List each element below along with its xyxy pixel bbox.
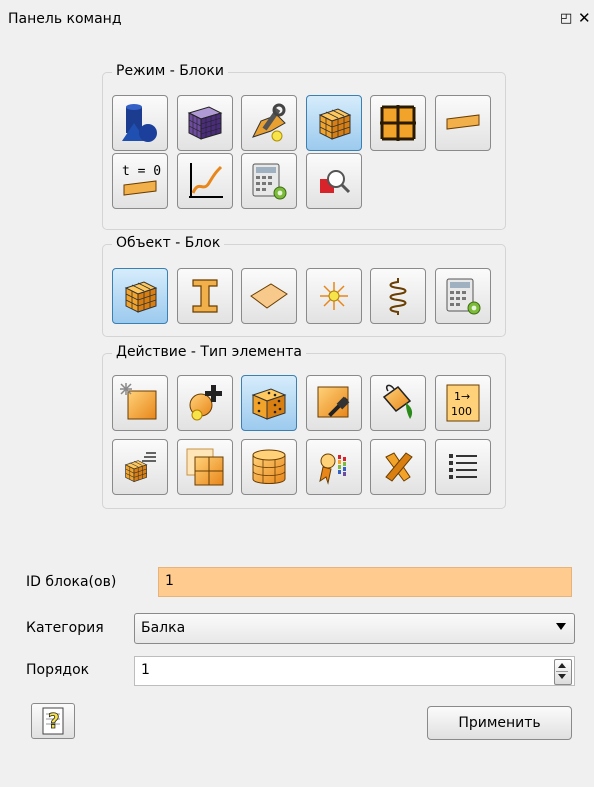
curve-graph-button[interactable]: [177, 153, 233, 209]
shell-surface-icon: [250, 283, 288, 309]
search-button[interactable]: [306, 153, 362, 209]
element-type-cube-icon: [251, 388, 287, 420]
apply-button[interactable]: Применить: [427, 706, 572, 740]
id-label: ID блока(ов): [26, 574, 117, 590]
initial-conditions-icon: t = 0: [122, 164, 161, 196]
object-beam-button[interactable]: [177, 268, 233, 324]
split-block-button[interactable]: [177, 439, 233, 495]
delete-button[interactable]: [370, 439, 426, 495]
float-window-icon[interactable]: ◰: [560, 11, 572, 26]
curve-graph-icon: [189, 163, 223, 198]
beam-section-button[interactable]: [435, 95, 491, 151]
node-star-icon: [320, 282, 348, 310]
renumber-button[interactable]: 1→ 100: [435, 375, 491, 431]
order-label: Порядок: [26, 662, 90, 678]
renumber-label-top: 1→: [454, 390, 470, 403]
add-node-icon: [189, 385, 222, 421]
list-blocks-icon: [125, 452, 156, 482]
category-label: Категория: [26, 620, 104, 636]
close-icon[interactable]: ✕: [578, 9, 591, 27]
calculator-settings-icon: [446, 278, 481, 315]
order-spinbox[interactable]: 1: [134, 656, 575, 686]
block-id-input[interactable]: 1: [158, 567, 572, 597]
geometry-button[interactable]: [112, 95, 168, 151]
chevron-down-icon: [556, 623, 566, 630]
paint-bucket-button[interactable]: [370, 375, 426, 431]
mesh-button[interactable]: [177, 95, 233, 151]
delete-x-icon: [385, 452, 413, 482]
paint-bucket-icon: [382, 384, 413, 419]
cylinder-icon: [252, 449, 286, 484]
blocks-mode-button[interactable]: [306, 95, 362, 151]
block-cube-icon: [125, 281, 157, 313]
initial-conditions-label: t = 0: [122, 164, 161, 179]
mode-group-title: Режим - Блоки: [112, 62, 228, 80]
split-block-icon: [186, 448, 224, 486]
list-view-icon: [449, 454, 477, 479]
calculator-button[interactable]: [241, 153, 297, 209]
list-blocks-button[interactable]: [112, 439, 168, 495]
tools-button[interactable]: [241, 95, 297, 151]
beam-section-icon: [446, 114, 480, 130]
i-beam-icon: [192, 279, 218, 313]
object-calculator-button[interactable]: [435, 268, 491, 324]
list-view-button[interactable]: [435, 439, 491, 495]
initial-conditions-button[interactable]: t = 0: [112, 153, 168, 209]
hammer-block-button[interactable]: [306, 375, 362, 431]
wrench-tools-icon: [252, 103, 286, 142]
object-block-button[interactable]: [112, 268, 168, 324]
category-value: Балка: [141, 620, 186, 636]
create-block-icon: [120, 383, 157, 420]
mesh-cube-icon: [187, 106, 223, 140]
object-spring-button[interactable]: [370, 268, 426, 324]
spring-icon: [389, 278, 407, 315]
grid-frame-icon: [380, 105, 416, 141]
panel-title-bar: Панель команд ◰ ✕: [0, 0, 594, 42]
quality-button[interactable]: [306, 439, 362, 495]
calculator-settings-icon: [252, 163, 287, 200]
action-group-title: Действие - Тип элемента: [112, 343, 306, 361]
quality-ribbon-icon: [319, 453, 346, 485]
object-shell-button[interactable]: [241, 268, 297, 324]
renumber-label-bottom: 100: [451, 405, 472, 418]
svg-text:?: ?: [48, 709, 60, 733]
create-block-button[interactable]: [112, 375, 168, 431]
help-button[interactable]: ?: [31, 703, 75, 739]
object-node-button[interactable]: [306, 268, 362, 324]
spin-up-icon[interactable]: [558, 663, 566, 668]
geometry-shapes-icon: [122, 104, 157, 142]
element-type-button[interactable]: [241, 375, 297, 431]
hammer-block-icon: [317, 386, 350, 418]
blocks-cube-icon: [319, 108, 351, 140]
object-group-title: Объект - Блок: [112, 234, 225, 252]
panel-title: Панель команд: [8, 11, 122, 27]
cylinder-button[interactable]: [241, 439, 297, 495]
order-value: 1: [141, 662, 150, 678]
category-select[interactable]: Балка: [134, 613, 575, 644]
spin-buttons[interactable]: [554, 659, 572, 685]
grid-frame-button[interactable]: [370, 95, 426, 151]
add-node-button[interactable]: [177, 375, 233, 431]
spin-down-icon[interactable]: [558, 674, 566, 679]
search-magnifier-icon: [320, 170, 351, 194]
renumber-icon: 1→ 100: [446, 384, 480, 422]
help-question-icon: ?: [42, 707, 64, 735]
